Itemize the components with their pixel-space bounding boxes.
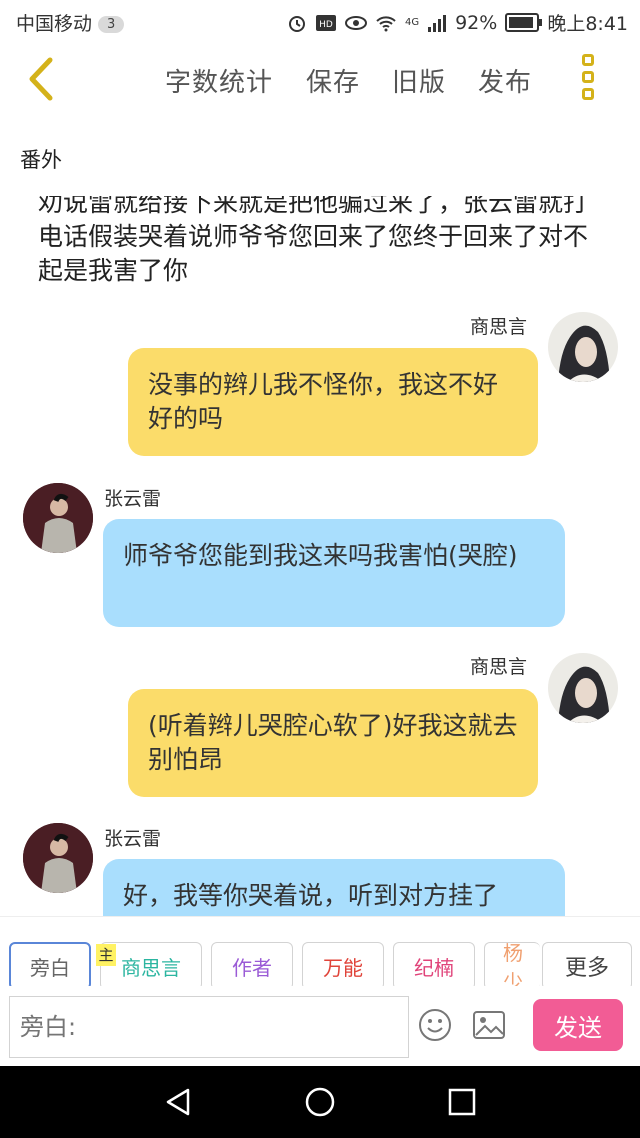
role-label: 商思言: [121, 955, 181, 980]
more-label: 更多: [564, 956, 609, 981]
system-nav-bar: [0, 1066, 640, 1138]
input-row: 发送: [0, 986, 640, 1066]
old-version-button[interactable]: 旧版: [392, 62, 446, 99]
avatar-shang-image: [558, 666, 610, 723]
more-menu-icon[interactable]: [578, 54, 598, 106]
avatar[interactable]: [23, 823, 93, 893]
wifi-icon: [376, 15, 396, 31]
main-role-tag: 主: [96, 944, 116, 966]
role-label: 作者: [232, 955, 272, 980]
role-label: 旁白: [30, 955, 70, 980]
eye-icon: [344, 15, 367, 30]
speaker-name: 商思言: [470, 316, 528, 338]
message-bubble[interactable]: 师爷爷您能到我这来吗我害怕(哭腔): [103, 519, 565, 627]
avatar-shang-image: [558, 325, 610, 382]
role-jinan[interactable]: 纪楠: [393, 942, 475, 990]
battery-icon: [505, 13, 543, 32]
editor-toolbar: 字数统计 保存 旧版 发布: [0, 42, 640, 120]
avatar[interactable]: [23, 483, 93, 553]
status-right: HD 4G 92% 晚上8:41: [287, 9, 628, 36]
role-universal[interactable]: 万能: [302, 942, 384, 990]
chapter-title: 番外: [20, 148, 62, 172]
publish-button[interactable]: 发布: [478, 62, 532, 99]
avatar-zhang-image: [23, 823, 93, 893]
narration-text: 劝说雷就给接下来就是把他骗过来了，张云雷就打电话假装哭着说师爷爷您回来了您终于回…: [38, 196, 589, 285]
chapter-header[interactable]: 番外: [0, 120, 640, 197]
svg-text:HD: HD: [319, 20, 333, 30]
role-narrator[interactable]: 旁白: [9, 942, 91, 990]
send-button[interactable]: 发送: [533, 999, 623, 1051]
status-bar: 中国移动 3 HD 4G 92% 晚上8:41: [0, 0, 640, 42]
alarm-icon: [288, 15, 305, 32]
hd-icon: HD: [315, 14, 336, 31]
back-arrow-icon[interactable]: [20, 54, 64, 104]
role-label: 万能: [323, 955, 363, 980]
avatar[interactable]: [548, 312, 618, 382]
word-count-button[interactable]: 字数统计: [165, 62, 273, 99]
role-label: 杨少: [503, 942, 523, 990]
role-yang-shao[interactable]: 杨少: [484, 942, 540, 990]
role-author[interactable]: 作者: [211, 942, 293, 990]
avatar[interactable]: [548, 653, 618, 723]
battery-percent: 92%: [455, 11, 498, 34]
message-bubble[interactable]: (听着辫儿哭腔心软了)好我这就去别怕昂: [128, 689, 538, 797]
more-roles-button[interactable]: 更多: [542, 942, 632, 990]
notification-count-badge: 3: [98, 16, 125, 33]
carrier-name: 中国移动: [16, 13, 93, 35]
signal-icon: [428, 14, 447, 32]
speaker-name: 张云雷: [104, 488, 162, 510]
clock: 晚上8:41: [547, 13, 628, 35]
role-label: 纪楠: [414, 955, 454, 980]
recents-nav-icon[interactable]: [446, 1086, 478, 1118]
back-nav-icon[interactable]: [162, 1086, 194, 1118]
status-left: 中国移动 3: [16, 9, 125, 36]
home-nav-icon[interactable]: [304, 1086, 336, 1118]
message-bubble[interactable]: 好，我等你哭着说，听到对方挂了: [103, 859, 565, 916]
speaker-name: 张云雷: [104, 828, 162, 850]
speaker-name: 商思言: [470, 656, 528, 678]
message-bubble[interactable]: 没事的辫儿我不怪你，我这不好好的吗: [128, 348, 538, 456]
chat-area[interactable]: 劝说雷就给接下来就是把他骗过来了，张云雷就打电话假装哭着说师爷爷您回来了您终于回…: [0, 196, 640, 916]
emoji-icon[interactable]: [418, 1008, 452, 1042]
save-button[interactable]: 保存: [306, 62, 360, 99]
message-input[interactable]: [9, 996, 409, 1058]
image-icon[interactable]: [472, 1010, 506, 1040]
avatar-zhang-image: [23, 483, 93, 553]
network-type: 4G: [404, 17, 420, 28]
